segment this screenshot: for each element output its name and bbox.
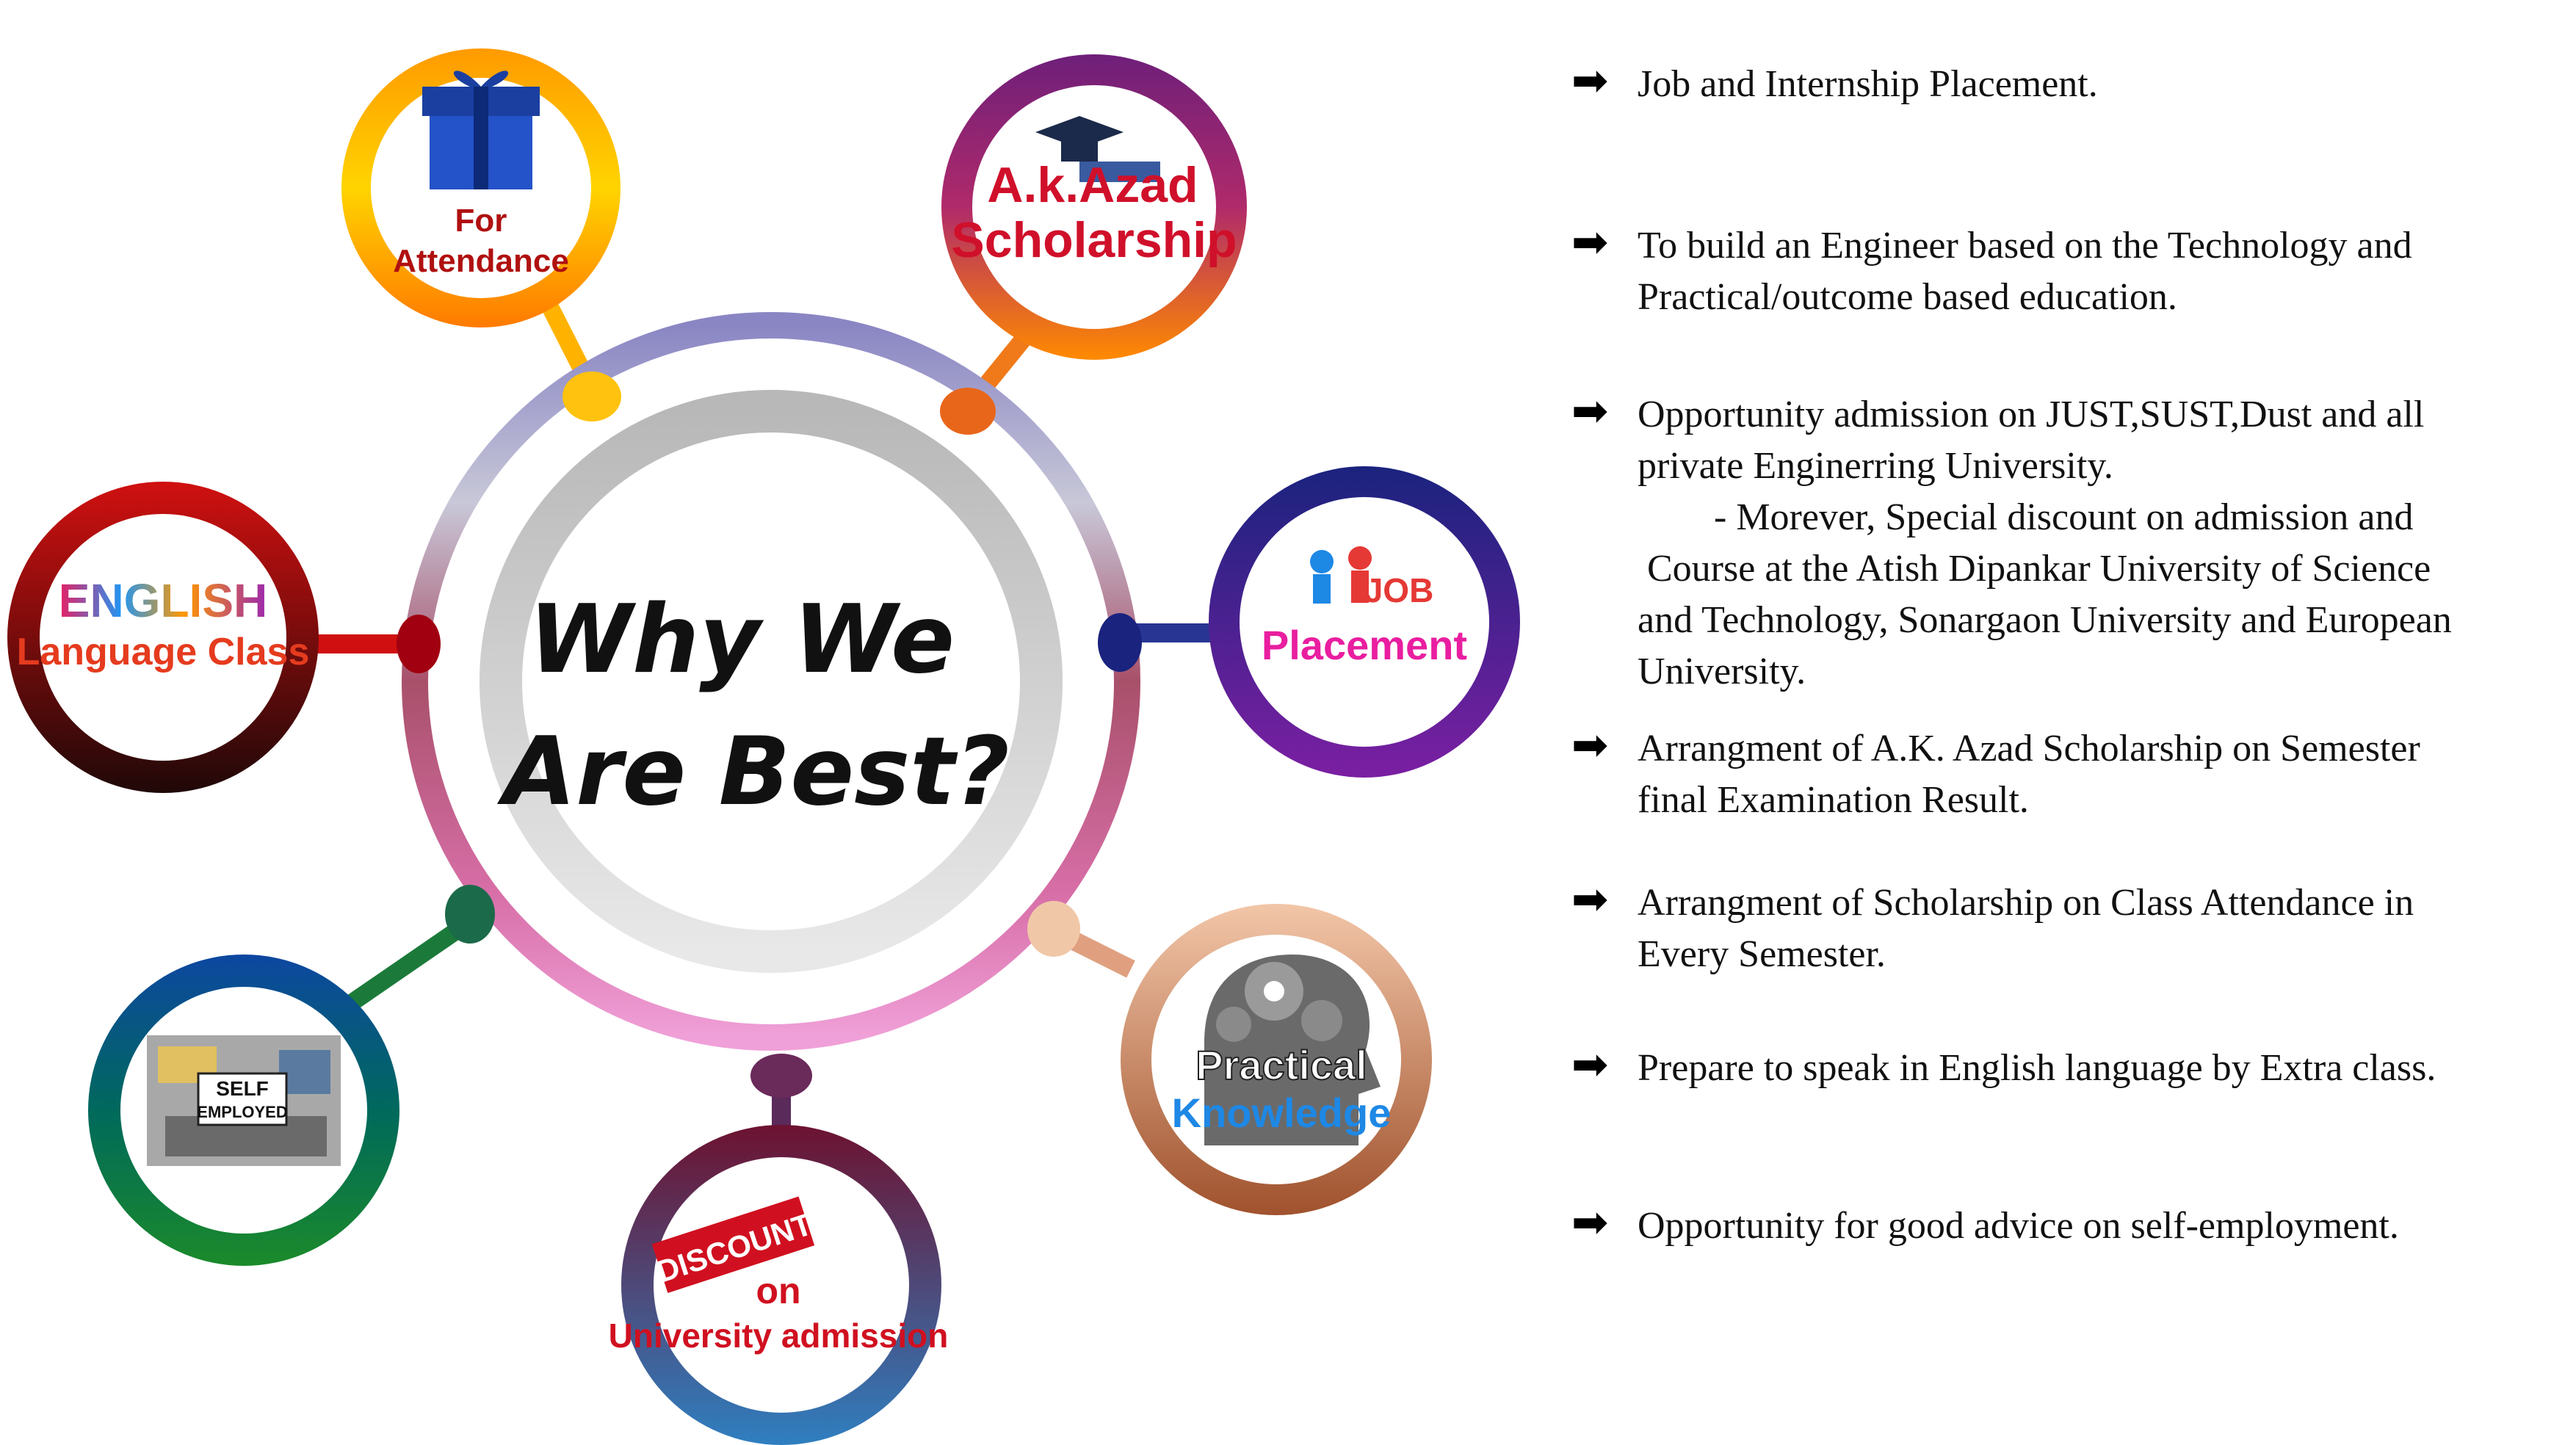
node-scholarship: A.k.Azad Scholarship <box>941 54 1247 360</box>
self-employed-label-line1: SELF <box>216 1077 269 1100</box>
laptop-desk-icon <box>147 1035 341 1166</box>
english-label-line2: Language Class <box>17 631 310 673</box>
node-self-employed: SELF EMPLOYED <box>88 955 399 1266</box>
center-title-line2: Are Best? <box>496 717 1010 827</box>
node-practical: Practical Knowledge <box>1121 904 1432 1215</box>
practical-label-line2: Knowledge <box>1172 1090 1392 1136</box>
node-english: ENGLISH Language Class <box>7 482 319 793</box>
scholarship-label-line1: A.k.Azad <box>987 157 1198 213</box>
attendance-label-line2: Attendance <box>393 243 569 279</box>
node-placement: JOB Placement <box>1209 466 1520 778</box>
discount-label-line1: on <box>756 1270 800 1311</box>
attendance-label-line1: For <box>455 203 507 239</box>
center-title-line1: Why We <box>529 585 955 695</box>
practical-label-line1: Practical <box>1195 1042 1367 1088</box>
placement-badge: JOB <box>1364 571 1434 609</box>
gift-box-icon <box>422 70 540 189</box>
discount-label-line2: University admission <box>609 1317 949 1355</box>
node-attendance: For Attendance <box>341 48 621 327</box>
scholarship-label-line2: Scholarship <box>951 212 1237 268</box>
self-employed-label-line2: EMPLOYED <box>197 1103 287 1121</box>
node-discount: DISCOUNT on University admission <box>609 1125 949 1445</box>
why-we-are-best-diagram: Why We Are Best? For Attendance A.k.Azad… <box>7 48 1520 1445</box>
placement-label: Placement <box>1262 622 1467 668</box>
english-label-line1: ENGLISH <box>59 574 267 627</box>
